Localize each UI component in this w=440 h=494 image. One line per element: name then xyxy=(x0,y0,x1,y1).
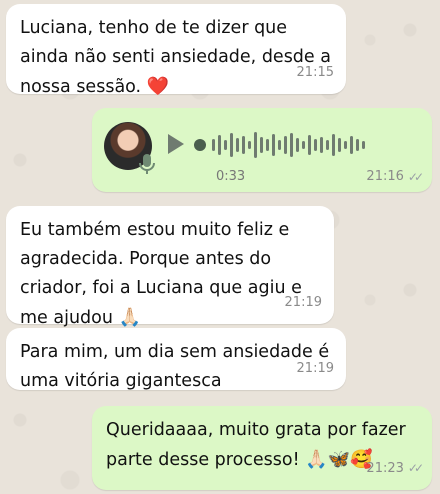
heart-emoji: ❤️ xyxy=(146,76,170,97)
message-meta: 21:16 ✓✓ xyxy=(366,169,424,184)
message-time: 21:19 xyxy=(284,295,322,310)
outgoing-message-bubble[interactable]: Queridaaaa, muito grata por fazer parte … xyxy=(92,406,432,490)
message-meta: 21:23 ✓✓ xyxy=(366,454,424,483)
incoming-message-bubble[interactable]: Eu também estou muito feliz e agradecida… xyxy=(6,206,334,328)
message-meta: 21:15 xyxy=(297,58,334,87)
message-time: 21:23 xyxy=(366,461,404,476)
message-meta: 21:19 xyxy=(297,354,334,383)
incoming-message-bubble[interactable]: Luciana, tenho de te dizer que ainda não… xyxy=(6,4,346,97)
emoji-sequence: 🙏🏻🦋🥰 xyxy=(305,449,373,470)
voice-duration: 0:33 xyxy=(216,169,246,184)
double-check-icon: ✓✓ xyxy=(407,169,424,184)
double-check-icon: ✓✓ xyxy=(407,461,424,475)
message-text: Para mim, um dia sem ansiedade é uma vit… xyxy=(20,342,330,391)
play-icon[interactable] xyxy=(168,134,184,154)
incoming-message-bubble[interactable]: Para mim, um dia sem ansiedade é uma vit… xyxy=(6,328,346,391)
audio-waveform[interactable] xyxy=(192,126,372,164)
message-time: 21:16 xyxy=(366,169,404,184)
message-time: 21:19 xyxy=(296,361,334,376)
praying-hands-emoji: 🙏🏻 xyxy=(118,307,141,328)
message-time: 21:15 xyxy=(296,65,334,80)
playback-position-dot xyxy=(194,139,206,151)
message-text: Luciana, tenho de te dizer que ainda não… xyxy=(20,18,331,97)
microphone-icon xyxy=(139,154,155,174)
outgoing-voice-message[interactable]: 0:33 21:16 ✓✓ xyxy=(92,108,432,192)
message-meta: 21:19 xyxy=(285,288,322,317)
message-text: Eu também estou muito feliz e agradecida… xyxy=(20,220,302,328)
